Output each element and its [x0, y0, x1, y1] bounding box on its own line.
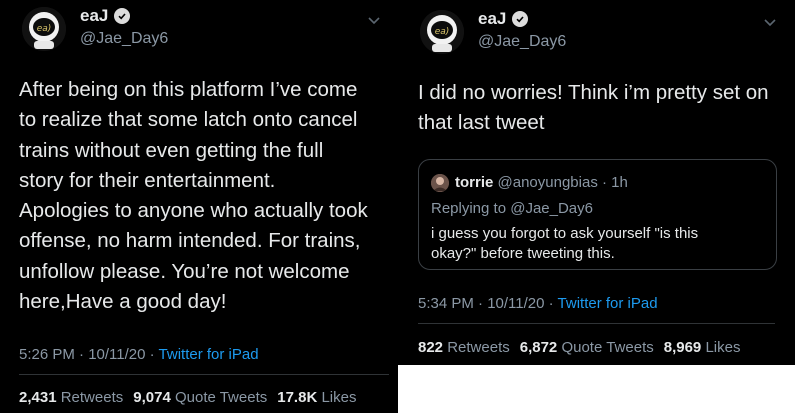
tweet-timestamp[interactable]: 5:34 PM · 10/11/20 · [418, 295, 554, 312]
quoted-author-handle: @anoyungbias · 1h [497, 174, 628, 191]
verified-badge-icon [512, 11, 529, 27]
retweets-label: Retweets [447, 339, 510, 356]
quote-tweets-stat[interactable]: 9,074 Quote Tweets [133, 389, 267, 406]
replying-to: Replying to @Jae_Day6 [431, 200, 593, 217]
likes-stat[interactable]: 8,969 Likes [664, 339, 741, 356]
author-avatar[interactable]: ea) [22, 7, 66, 51]
chevron-down-icon[interactable] [368, 12, 380, 28]
quote-label: Quote Tweets [561, 339, 654, 356]
tweet-timestamp[interactable]: 5:26 PM · 10/11/20 · [19, 346, 155, 363]
tweet-text-line: here,Have a good day! [19, 290, 227, 314]
tweet-text-line: After being on this platform I’ve come [19, 78, 358, 101]
retweets-count: 2,431 [19, 389, 57, 406]
likes-label: Likes [705, 339, 741, 356]
author-handle[interactable]: @Jae_Day6 [478, 33, 566, 51]
retweets-stat[interactable]: 822 Retweets [418, 339, 510, 356]
quote-count: 6,872 [519, 339, 558, 356]
quoted-tweet-card[interactable]: torrie @anoyungbias · 1h Replying to @Ja… [418, 159, 777, 270]
retweets-stat[interactable]: 2,431 Retweets [19, 389, 123, 406]
chevron-down-icon[interactable] [764, 14, 776, 30]
tweet-source-link[interactable]: Twitter for iPad [159, 346, 259, 363]
quoted-author-avatar [431, 174, 449, 192]
verified-badge-icon [114, 8, 131, 24]
tweet-source-link[interactable]: Twitter for iPad [558, 295, 658, 312]
tweet-text: After being on this platform I’ve come t… [19, 75, 389, 317]
likes-count: 17.8K [277, 389, 318, 406]
author-handle[interactable]: @Jae_Day6 [80, 30, 168, 48]
quote-tweets-stat[interactable]: 6,872 Quote Tweets [520, 339, 654, 356]
quoted-author-name: torrie [455, 174, 494, 191]
likes-stat[interactable]: 17.8K Likes [277, 389, 356, 406]
replying-to-mention[interactable]: @Jae_Day6 [510, 200, 593, 217]
quoted-tweet-text: i guess you forgot to ask yourself "is t… [431, 224, 766, 264]
tweet-stats: 822 Retweets 6,872 Quote Tweets 8,969 Like… [418, 339, 740, 356]
tweet-text-line: unfollow please. You’re not welcome [19, 259, 350, 283]
author-name-row[interactable]: eaJ [80, 6, 131, 26]
retweets-label: Retweets [60, 389, 124, 406]
tweet-meta: 5:26 PM · 10/11/20 · Twitter for iPad [19, 346, 259, 363]
quote-label: Quote Tweets [174, 389, 268, 406]
tweet-text-line: offense, no harm intended. For trains, [19, 229, 361, 253]
likes-label: Likes [321, 389, 357, 406]
tweet-text: I did no worries! Think i’m pretty set o… [418, 78, 788, 139]
tweet-stats: 2,431 Retweets 9,074 Quote Tweets 17.8K Li… [19, 389, 356, 406]
svg-text:ea): ea) [37, 24, 52, 34]
quoted-text-line: i guess you forgot to ask yourself "is t… [431, 225, 699, 242]
replying-prefix: Replying to [431, 200, 507, 217]
author-name[interactable]: eaJ [80, 6, 108, 26]
tweet-text-line: to realize that some latch onto cancel [19, 108, 358, 132]
divider [19, 374, 389, 375]
author-name[interactable]: eaJ [478, 9, 506, 29]
tweet-text-line: story for their entertainment. [19, 168, 276, 192]
author-avatar[interactable]: ea) [420, 10, 464, 54]
author-name-row[interactable]: eaJ [478, 9, 529, 29]
retweets-count: 822 [418, 339, 444, 356]
tweet-meta: 5:34 PM · 10/11/20 · Twitter for iPad [418, 295, 658, 312]
likes-count: 8,969 [663, 339, 702, 356]
tweet-text-line: that last tweet [418, 111, 545, 135]
quoted-author-row: torrie @anoyungbias · 1h [455, 174, 628, 191]
tweet-text-line: I did no worries! Think i’m pretty set o… [418, 81, 769, 104]
divider [418, 323, 775, 324]
svg-text:ea): ea) [435, 27, 450, 37]
quoted-text-line: okay?" before tweeting this. [431, 245, 615, 262]
tweet-text-line: Apologies to anyone who actually took [19, 199, 368, 223]
tweet-text-line: trains without even getting the full [19, 138, 324, 162]
quote-count: 9,074 [133, 389, 171, 406]
